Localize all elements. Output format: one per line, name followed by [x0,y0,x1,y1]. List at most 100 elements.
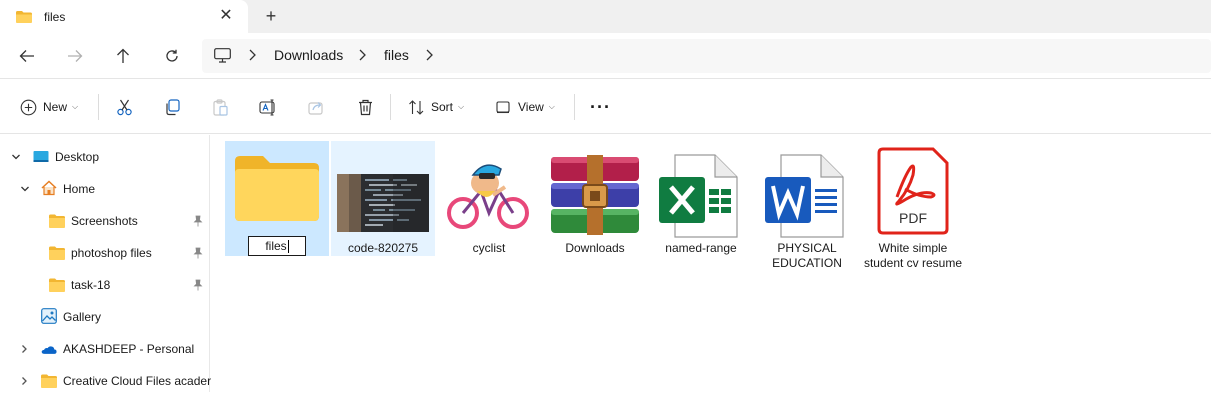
sidebar-item-creative-cloud-files[interactable]: Creative Cloud Files acader [0,367,212,395]
file-item-named-range[interactable]: named-range [649,141,753,256]
folder-icon [16,10,32,23]
file-item-cv-resume[interactable]: PDF White simple student cv resume [861,141,965,270]
sidebar-item-gallery[interactable]: Gallery [0,303,209,331]
file-list: files code-820275 cyclist Downloads name… [211,135,1211,392]
cyclist-image-thumbnail [443,151,533,231]
sidebar-item-label: Desktop [55,150,100,164]
divider [390,94,391,120]
divider [574,94,575,120]
sidebar-item-label: AKASHDEEP - Personal [63,342,195,356]
arrow-left-icon[interactable] [17,46,37,66]
sidebar-item-onedrive-personal[interactable]: AKASHDEEP - Personal [0,335,209,363]
sidebar-item-task-18[interactable]: task-18 [0,271,209,299]
new-label: New [43,100,68,114]
chevron-right-icon[interactable] [357,48,367,62]
sidebar-item-label: Creative Cloud Files acader [63,374,212,388]
share-button[interactable] [308,97,325,117]
home-icon [41,180,57,196]
sidebar-item-label: photoshop files [71,246,152,260]
plus-circle-icon [20,99,37,115]
command-bar: New ⌵ Sort ⌵ View ⌵ ··· [0,80,1211,134]
paste-icon [213,98,228,116]
navigation-bar: Downloads files [0,33,1211,79]
refresh-icon[interactable] [162,46,182,66]
pdf-badge: PDF [899,210,927,226]
tab-strip: files ✕ + [0,0,1211,33]
more-options-button[interactable]: ··· [590,97,611,117]
new-tab-icon[interactable]: + [262,7,280,25]
file-name: White simple student cv resume [863,241,963,270]
sidebar-item-home[interactable]: Home [0,175,209,203]
chevron-down-icon[interactable] [20,184,30,194]
file-item-files-folder[interactable]: files [225,141,329,256]
arrow-right-icon[interactable] [65,46,85,66]
view-button[interactable]: View ⌵ [496,97,555,117]
scissors-icon [117,99,132,115]
rename-button[interactable] [259,97,277,117]
chevron-right-icon[interactable] [19,376,29,386]
chevron-down-icon: ⌵ [72,102,79,111]
sort-label: Sort [431,100,454,114]
chevron-right-icon[interactable] [19,344,29,354]
chevron-right-icon[interactable] [424,48,434,62]
file-item-code-820275[interactable]: code-820275 [331,141,435,256]
paste-button[interactable] [212,97,229,117]
tab-files[interactable]: files ✕ [0,0,248,33]
sidebar-item-label: task-18 [71,278,111,292]
chevron-down-icon[interactable] [11,152,21,162]
sidebar-item-desktop[interactable]: Desktop [0,143,209,171]
close-icon[interactable]: ✕ [218,8,234,24]
sidebar-item-label: Gallery [63,310,102,324]
folder-icon [41,374,57,388]
tab-title: files [44,9,66,24]
sidebar-item-label: Home [63,182,96,196]
file-item-cyclist[interactable]: cyclist [437,141,541,256]
new-button[interactable]: New ⌵ [20,97,78,117]
sidebar-item-label: Screenshots [71,214,138,228]
file-name: code-820275 [347,241,419,255]
winrar-archive-icon [551,155,639,235]
navigation-pane: Desktop Home Screenshots photoshop files… [0,135,212,395]
chevron-down-icon: ⌵ [458,102,465,111]
copy-button[interactable] [164,97,181,117]
chevron-right-icon[interactable] [247,48,257,62]
share-icon [308,101,323,115]
gallery-icon [41,308,57,324]
sidebar-item-photoshop-files[interactable]: photoshop files [0,239,209,267]
folder-icon [235,156,319,221]
word-file-icon [765,154,844,238]
file-item-physical-education[interactable]: PHYSICAL EDUCATION [755,141,859,270]
folder-icon [49,246,65,260]
code-image-thumbnail [337,174,429,232]
sort-button[interactable]: Sort ⌵ [408,97,464,117]
chevron-down-icon: ⌵ [548,102,555,111]
pin-icon[interactable] [193,279,203,291]
sort-icon [409,99,424,115]
view-icon [496,100,510,113]
excel-file-icon [659,154,738,238]
breadcrumb-files[interactable]: files [384,47,409,63]
file-name: PHYSICAL EDUCATION [772,241,842,270]
view-label: View [518,100,544,114]
pin-icon[interactable] [193,215,203,227]
sidebar-item-screenshots[interactable]: Screenshots [0,207,209,235]
rename-icon [259,98,275,116]
breadcrumb-downloads[interactable]: Downloads [274,47,343,63]
computer-icon[interactable] [214,48,231,66]
folder-icon [49,214,65,228]
address-bar[interactable]: Downloads files [202,39,1211,73]
pin-icon[interactable] [193,247,203,259]
desktop-icon [33,151,49,162]
file-name: cyclist [472,241,506,255]
text-caret [287,240,289,254]
file-name: Downloads [565,241,625,255]
copy-icon [166,98,180,115]
trash-icon [359,99,372,115]
file-name: named-range [665,241,737,255]
divider [98,94,99,120]
cut-button[interactable] [116,97,133,117]
file-item-downloads-archive[interactable]: Downloads [543,141,647,256]
rename-input[interactable]: files [248,236,306,256]
delete-button[interactable] [357,97,374,117]
arrow-up-icon[interactable] [113,46,133,66]
